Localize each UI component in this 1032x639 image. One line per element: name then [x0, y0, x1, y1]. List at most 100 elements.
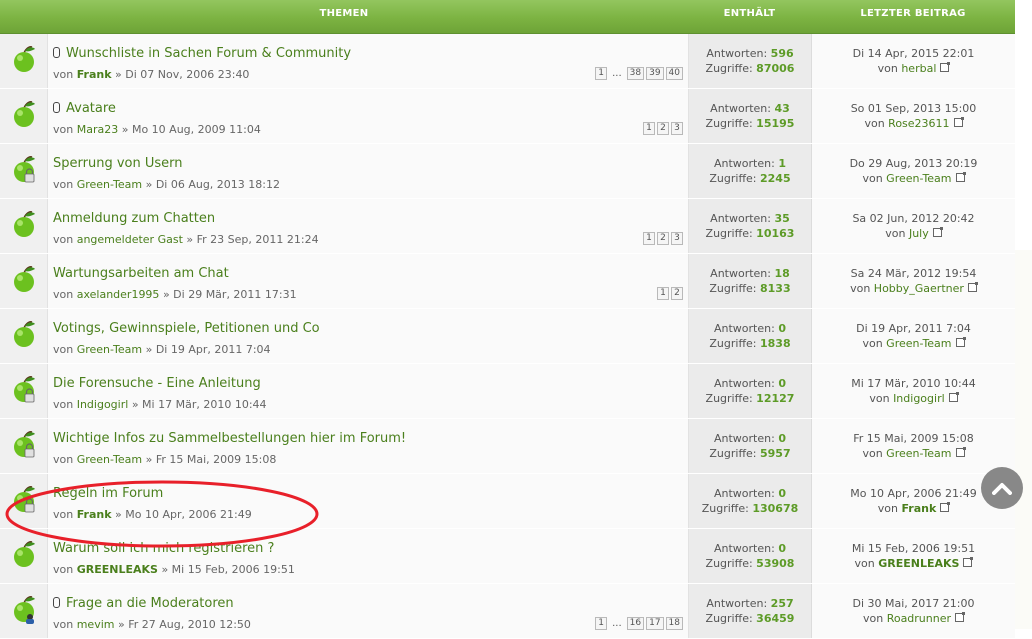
topic-author-link[interactable]: Frank	[77, 68, 112, 81]
last-post-author-link[interactable]: Frank	[901, 502, 936, 515]
topic-title-link[interactable]: Wichtige Infos zu Sammelbestellungen hie…	[53, 431, 406, 446]
page-link[interactable]: 1	[643, 232, 655, 245]
stats-cell: Antworten: 257 Zugriffe: 36459	[689, 584, 812, 638]
goto-last-post-icon[interactable]	[967, 282, 978, 292]
last-post-author-link[interactable]: Rose23611	[888, 117, 949, 130]
page-link[interactable]: 1	[595, 67, 608, 80]
topic-row: Anmeldung zum Chatten von angemeldeter G…	[0, 199, 1015, 254]
topic-title-link[interactable]: Die Forensuche - Eine Anleitung	[53, 376, 261, 391]
topic-row: Wartungsarbeiten am Chat von axelander19…	[0, 254, 1015, 309]
pagination-ellipsis: ...	[612, 68, 622, 79]
separator: »	[145, 453, 153, 466]
views-count: 2245	[760, 172, 791, 185]
topic-author-link[interactable]: angemeldeter Gast	[77, 233, 183, 246]
last-post-date: Di 19 Apr, 2011 7:04	[856, 322, 971, 335]
red-ellipse-annotation	[5, 480, 319, 548]
replies-count: 0	[778, 487, 786, 500]
page-link[interactable]: 40	[665, 67, 683, 80]
topic-author-link[interactable]: Green-Team	[77, 453, 142, 466]
page-link[interactable]: 1	[657, 287, 669, 300]
new-topic-icon	[10, 264, 38, 298]
by-label: von	[53, 563, 74, 576]
goto-last-post-icon[interactable]	[953, 117, 964, 127]
page-link[interactable]: 17	[646, 617, 664, 630]
page-link[interactable]: 2	[657, 232, 669, 245]
topic-title-link[interactable]: Anmeldung zum Chatten	[53, 211, 215, 226]
topic-title-link[interactable]: Avatare	[53, 101, 116, 116]
by-label: von	[877, 62, 898, 75]
by-label: von	[850, 282, 871, 295]
goto-last-post-icon[interactable]	[948, 392, 959, 402]
page-link[interactable]: 38	[626, 67, 645, 80]
topic-title: Wunschliste in Sachen Forum & Community	[66, 46, 352, 61]
topic-cell: Frage an die Moderatoren von mevim » Fr …	[48, 584, 689, 638]
topic-byline: von Indigogirl » Mi 17 Mär, 2010 10:44	[53, 398, 267, 411]
page-link[interactable]: 18	[665, 617, 683, 630]
page-link[interactable]: 16	[626, 617, 645, 630]
topic-byline: von GREENLEAKS » Mi 15 Feb, 2006 19:51	[53, 563, 295, 576]
last-post-author-link[interactable]: July	[909, 227, 929, 240]
goto-last-post-icon[interactable]	[955, 612, 966, 622]
topic-byline: von axelander1995 » Di 29 Mär, 2011 17:3…	[53, 288, 297, 301]
goto-last-post-icon[interactable]	[932, 227, 943, 237]
last-post-author-link[interactable]: GREENLEAKS	[878, 557, 959, 570]
topic-title-link[interactable]: Frage an die Moderatoren	[53, 596, 234, 611]
views-label: Zugriffe:	[709, 337, 757, 350]
pagination: 123	[643, 122, 683, 135]
topic-author-link[interactable]: Green-Team	[77, 178, 142, 191]
stats-cell: Antworten: 0 Zugriffe: 130678	[689, 474, 812, 528]
last-post-author-link[interactable]: Hobby_Gaertner	[874, 282, 964, 295]
scroll-to-top-button[interactable]	[981, 467, 1023, 509]
topic-author-link[interactable]: GREENLEAKS	[77, 563, 158, 576]
goto-last-post-icon[interactable]	[955, 337, 966, 347]
goto-last-post-icon[interactable]	[940, 62, 951, 72]
topic-title-link[interactable]: Votings, Gewinnspiele, Petitionen und Co	[53, 321, 320, 336]
stats-cell: Antworten: 0 Zugriffe: 5957	[689, 419, 812, 473]
last-post-author-link[interactable]: Roadrunner	[887, 612, 951, 625]
views-count: 53908	[756, 557, 795, 570]
table-header: THEMEN ENTHÄLT LETZTER BEITRAG	[0, 0, 1015, 34]
page-link[interactable]: 39	[646, 67, 664, 80]
topic-author-link[interactable]: axelander1995	[77, 288, 160, 301]
topic-title-link[interactable]: Wartungsarbeiten am Chat	[53, 266, 229, 281]
last-post-cell: So 01 Sep, 2013 15:00 von Rose23611	[812, 89, 1015, 143]
goto-last-post-icon[interactable]	[955, 447, 966, 457]
page-link[interactable]: 3	[671, 122, 683, 135]
page-link[interactable]: 1	[643, 122, 655, 135]
last-post-author-link[interactable]: Green-Team	[886, 447, 951, 460]
topic-author-link[interactable]: Indigogirl	[77, 398, 129, 411]
replies-label: Antworten:	[706, 47, 768, 60]
separator: »	[186, 233, 194, 246]
page-link[interactable]: 3	[671, 232, 683, 245]
last-post-cell: Di 14 Apr, 2015 22:01 von herbal	[812, 34, 1015, 88]
topic-title: Anmeldung zum Chatten	[53, 211, 216, 226]
topic-author-link[interactable]: Mara23	[77, 123, 119, 136]
page-link[interactable]: 2	[671, 287, 683, 300]
views-label: Zugriffe:	[705, 557, 753, 570]
topic-title-link[interactable]: Wunschliste in Sachen Forum & Community	[53, 46, 351, 61]
page-link[interactable]: 2	[657, 122, 669, 135]
replies-count: 0	[778, 322, 786, 335]
page-link[interactable]: 1	[595, 617, 608, 630]
last-post-author-link[interactable]: Indigogirl	[893, 392, 945, 405]
views-count: 36459	[756, 612, 795, 625]
goto-last-post-icon[interactable]	[940, 502, 951, 512]
views-label: Zugriffe:	[705, 612, 753, 625]
topic-author-link[interactable]: Green-Team	[77, 343, 142, 356]
topic-row: Die Forensuche - Eine Anleitung von Indi…	[0, 364, 1015, 419]
last-post-author-link[interactable]: Green-Team	[886, 172, 951, 185]
goto-last-post-icon[interactable]	[955, 172, 966, 182]
separator: »	[115, 68, 122, 81]
last-post-date: Di 30 Mai, 2017 21:00	[852, 597, 975, 610]
topic-date: Di 07 Nov, 2006 23:40	[125, 68, 250, 81]
topic-author-link[interactable]: mevim	[77, 618, 115, 631]
views-label: Zugriffe:	[709, 172, 757, 185]
topic-title: Sperrung von Usern	[53, 156, 183, 171]
topic-date: Mi 17 Mär, 2010 10:44	[142, 398, 267, 411]
last-post-author-link[interactable]: herbal	[901, 62, 936, 75]
replies-count: 596	[770, 47, 794, 60]
topic-title-link[interactable]: Sperrung von Usern	[53, 156, 183, 171]
last-post-author-link[interactable]: Green-Team	[886, 337, 951, 350]
topic-byline: von Frank » Di 07 Nov, 2006 23:40	[53, 68, 249, 81]
goto-last-post-icon[interactable]	[963, 557, 974, 567]
